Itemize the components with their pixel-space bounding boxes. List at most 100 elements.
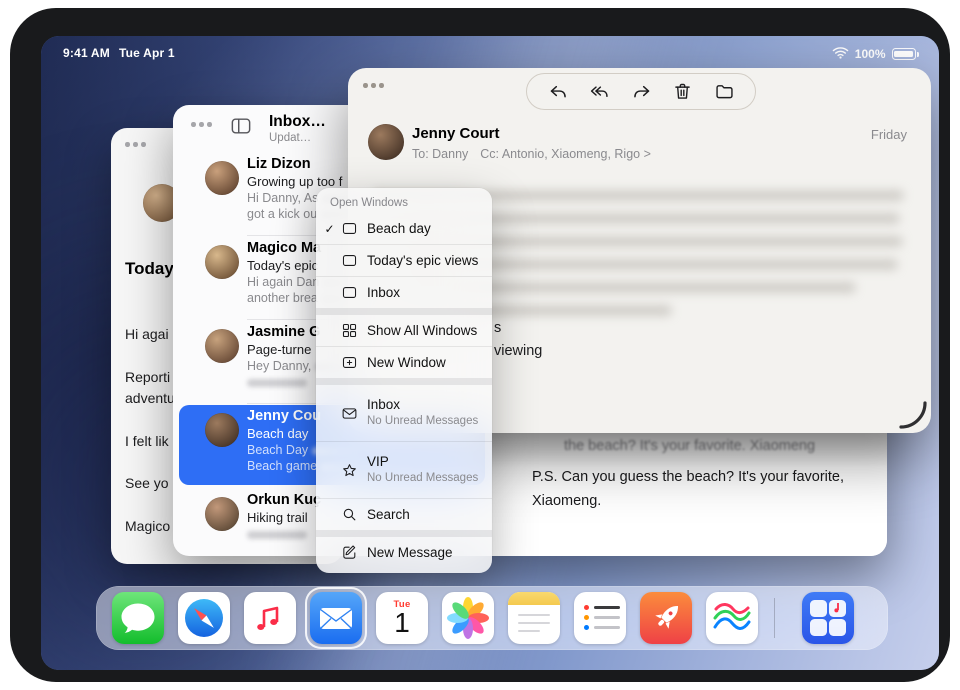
open-windows-menu: Open Windows ✓ Beach day Today's epic vi… — [316, 188, 492, 573]
blurred-text — [247, 531, 307, 539]
menu-item-new-window[interactable]: New Window — [316, 347, 492, 378]
cc-label: Cc: Antonio, Xiaomeng, Rigo > — [480, 147, 651, 161]
status-bar-right: 100% — [832, 46, 919, 62]
reply-all-icon[interactable] — [589, 81, 610, 102]
status-date: Tue Apr 1 — [119, 46, 175, 60]
ipad-device: 9:41 AM Tue Apr 1 100% Today H — [0, 0, 960, 690]
calendar-day: 1 — [376, 607, 428, 639]
message-date: Friday — [871, 127, 907, 142]
app-reminders[interactable] — [574, 592, 626, 644]
menu-item-show-all-windows[interactable]: Show All Windows — [316, 315, 492, 346]
blurred-text — [247, 379, 307, 387]
subject: Growing up too f — [247, 174, 342, 189]
status-bar-left: 9:41 AM Tue Apr 1 — [63, 46, 175, 60]
subject: Hiking trail — [247, 510, 308, 525]
notes-header-strip — [508, 592, 560, 605]
menu-item-new-message[interactable]: New Message — [316, 537, 492, 568]
app-music[interactable] — [244, 592, 296, 644]
menu-item-label: Inbox — [367, 285, 400, 300]
message-line: P.S. Can you guess the beach? It's your … — [532, 469, 844, 485]
menu-item-label: Today's epic views — [367, 253, 478, 268]
mailbox-icon — [337, 405, 361, 422]
device-bezel: 9:41 AM Tue Apr 1 100% Today H — [10, 8, 950, 682]
menu-item-label: Inbox — [367, 397, 479, 412]
folder-icon[interactable] — [714, 81, 735, 102]
message-body-line: Reporti — [125, 369, 170, 385]
menu-header: Open Windows — [316, 188, 492, 213]
menu-item-label: New Message — [367, 545, 453, 560]
mailbox-status: Updat… — [269, 132, 311, 144]
window-icon — [337, 284, 361, 301]
grid-icon — [337, 322, 361, 339]
avatar — [205, 245, 239, 279]
menu-item-label: Show All Windows — [367, 323, 477, 338]
app-mail[interactable] — [310, 592, 362, 644]
dock-divider — [774, 598, 775, 638]
screen: 9:41 AM Tue Apr 1 100% Today H — [41, 36, 939, 670]
menu-item-subtitle: No Unread Messages — [367, 414, 479, 428]
message-fragment: viewing — [494, 343, 542, 359]
avatar — [205, 161, 239, 195]
window-icon — [337, 220, 361, 237]
preview-line — [247, 375, 307, 389]
message-body-line: I felt lik — [125, 433, 169, 449]
status-time: 9:41 AM — [63, 46, 110, 60]
avatar — [205, 413, 239, 447]
subject: Beach day — [247, 426, 308, 441]
compose-icon — [337, 544, 361, 561]
app-draw[interactable] — [706, 592, 758, 644]
group-divider — [316, 530, 492, 537]
menu-item-search[interactable]: Search — [316, 499, 492, 530]
app-calendar[interactable]: Tue 1 — [376, 592, 428, 644]
menu-item-beach-day[interactable]: ✓ Beach day — [316, 213, 492, 244]
battery-icon — [892, 48, 916, 60]
message-body-line: Hi agai — [125, 326, 169, 342]
message-subject: Today — [125, 259, 174, 279]
app-safari[interactable] — [178, 592, 230, 644]
music-note-icon — [802, 592, 854, 644]
group-divider — [316, 378, 492, 385]
to-label: To: Danny — [412, 147, 468, 161]
message-line: Xiaomeng. — [532, 493, 601, 509]
avatar — [205, 329, 239, 363]
forward-icon[interactable] — [631, 81, 652, 102]
overlap-shadow — [492, 433, 887, 467]
menu-item-label: Search — [367, 507, 410, 522]
app-messages[interactable] — [112, 592, 164, 644]
menu-item-vip[interactable]: VIP No Unread Messages — [316, 442, 492, 498]
checkmark-icon: ✓ — [322, 222, 337, 236]
search-icon — [337, 506, 361, 523]
menu-item-label: VIP — [367, 454, 479, 469]
sidebar-toggle-icon[interactable] — [229, 116, 253, 141]
group-divider — [316, 308, 492, 315]
sender-name: Orkun Kuç — [247, 492, 321, 508]
menu-item-subtitle: No Unread Messages — [367, 471, 479, 485]
menu-item-label: Beach day — [367, 221, 431, 236]
window-icon — [337, 252, 361, 269]
message-fragment: s — [494, 320, 501, 336]
mailbox-title: Inbox… — [269, 113, 326, 131]
reply-icon[interactable] — [548, 81, 569, 102]
sender-name: Jenny Cou — [247, 408, 321, 424]
sender-name: Jasmine G — [247, 324, 320, 340]
window-controls-icon[interactable] — [191, 122, 212, 127]
menu-item-todays-epic-views[interactable]: Today's epic views — [316, 245, 492, 276]
trash-icon[interactable] — [672, 81, 693, 102]
menu-item-label: New Window — [367, 355, 446, 370]
sender-name: Jenny Court — [412, 125, 500, 142]
message-body-line: adventu — [125, 390, 175, 406]
app-notes[interactable] — [508, 592, 560, 644]
app-photos[interactable] — [442, 592, 494, 644]
app-library[interactable] — [802, 592, 854, 644]
avatar — [205, 497, 239, 531]
recipients[interactable]: To: Danny Cc: Antonio, Xiaomeng, Rigo > — [412, 147, 651, 161]
menu-item-inbox-window[interactable]: Inbox — [316, 277, 492, 308]
message-body-line: Magico — [125, 518, 170, 534]
menu-item-inbox-mailbox[interactable]: Inbox No Unread Messages — [316, 385, 492, 441]
resize-handle-icon[interactable] — [896, 398, 930, 437]
sender-name: Liz Dizon — [247, 156, 311, 172]
preview-line — [247, 527, 307, 541]
subject: Today's epic — [247, 258, 318, 273]
window-controls-icon[interactable] — [125, 142, 146, 147]
app-rocket[interactable] — [640, 592, 692, 644]
